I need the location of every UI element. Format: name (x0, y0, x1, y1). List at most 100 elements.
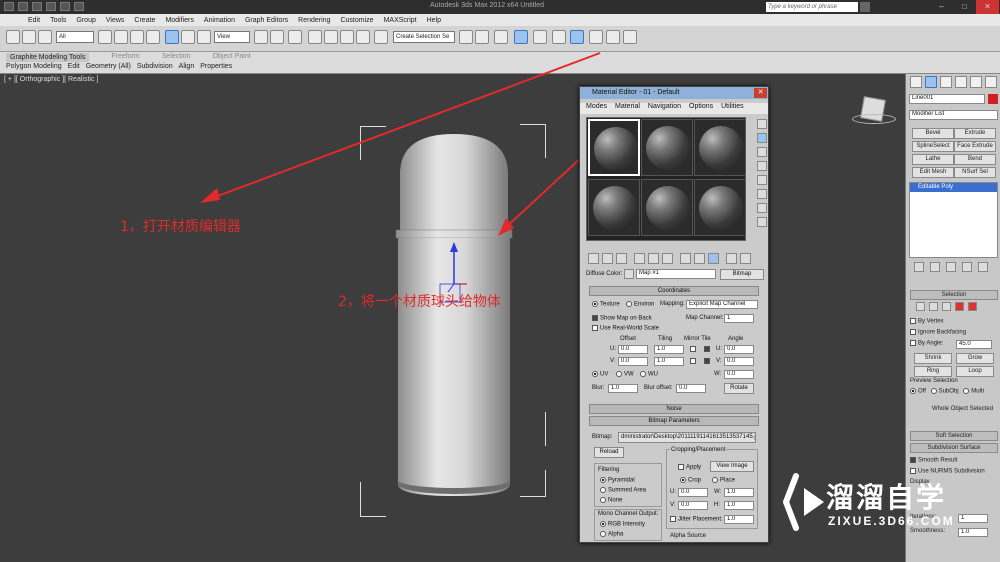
menu-views[interactable]: Views (106, 17, 125, 24)
ribbon-tab-freeform[interactable]: Freeform (111, 53, 139, 62)
selection-region-icon[interactable] (130, 30, 144, 44)
polygon-mode-icon[interactable] (955, 302, 964, 311)
vw-radio[interactable] (616, 371, 622, 377)
sample-uv-tiling-icon[interactable] (757, 161, 767, 171)
go-to-parent-icon[interactable] (726, 253, 737, 264)
me-menu-modes[interactable]: Modes (586, 103, 607, 114)
help-search-input[interactable]: Type a keyword or phrase (766, 2, 858, 12)
mirror-icon[interactable] (459, 30, 473, 44)
real-world-scale-checkbox[interactable] (592, 325, 598, 331)
select-rotate-icon[interactable] (181, 30, 195, 44)
select-move-icon[interactable] (165, 30, 179, 44)
preview-off-radio[interactable] (910, 388, 916, 394)
preview-subobj-radio[interactable] (930, 388, 937, 394)
me-menu-material[interactable]: Material (615, 103, 640, 114)
make-unique-icon[interactable] (946, 262, 956, 272)
menu-graph-editors[interactable]: Graph Editors (245, 17, 288, 24)
reference-coordinate-dropdown[interactable]: View (214, 31, 250, 43)
menu-maxscript[interactable]: MAXScript (384, 17, 417, 24)
by-angle-field[interactable]: 45.0 (956, 340, 992, 349)
map-name-field[interactable]: Map #1 (636, 269, 716, 279)
crop-w-field[interactable]: 1.0 (724, 488, 754, 497)
preview-multi-radio[interactable] (963, 388, 970, 394)
viewcube-ring[interactable] (852, 114, 896, 124)
maximize-button[interactable]: □ (953, 0, 976, 14)
menu-create[interactable]: Create (134, 17, 155, 24)
select-manipulate-icon[interactable] (270, 30, 284, 44)
subdivision-surface-rollout-header[interactable]: Subdivision Surface (910, 443, 998, 453)
by-vertex-checkbox[interactable] (910, 318, 916, 324)
menu-rendering[interactable]: Rendering (298, 17, 330, 24)
ribbon-tab-object-paint[interactable]: Object Paint (213, 53, 251, 62)
bitmap-path-button[interactable]: dministrator\Desktop\2011119114161351353… (618, 432, 756, 443)
schematic-view-icon[interactable] (552, 30, 566, 44)
ribbon-tab-graphite[interactable]: Graphite Modeling Tools (6, 53, 90, 62)
jitter-field[interactable]: 1.0 (724, 515, 754, 524)
quick-access-toolbar[interactable] (4, 2, 84, 11)
show-shaded-map-icon[interactable] (694, 253, 705, 264)
v-offset-field[interactable]: 0.0 (618, 357, 648, 366)
percent-snap-icon[interactable] (340, 30, 354, 44)
texture-radio[interactable] (592, 301, 598, 307)
loop-button[interactable]: Loop (956, 366, 994, 377)
menu-modifiers[interactable]: Modifiers (165, 17, 193, 24)
close-button[interactable]: ✕ (976, 0, 999, 14)
make-unique-material-icon[interactable] (648, 253, 659, 264)
get-material-icon[interactable] (588, 253, 599, 264)
crop-v-field[interactable]: 0.0 (678, 501, 708, 510)
menu-edit[interactable]: Edit (28, 17, 40, 24)
select-object-icon[interactable] (98, 30, 112, 44)
ring-button[interactable]: Ring (914, 366, 952, 377)
object-name-field[interactable]: Line001 (909, 94, 985, 104)
reset-map-icon[interactable] (634, 253, 645, 264)
material-id-channel-icon[interactable] (680, 253, 691, 264)
map-channel-field[interactable]: 1 (724, 314, 754, 323)
shrink-button[interactable]: Shrink (914, 353, 952, 364)
map-type-button[interactable]: Bitmap (720, 269, 764, 280)
sample-slot-1[interactable] (588, 119, 640, 176)
coordinates-rollout-header[interactable]: Coordinates (589, 286, 759, 296)
bend-button[interactable]: Bend (954, 154, 996, 165)
modify-tab-icon[interactable] (925, 76, 937, 88)
nsurf-sel-button[interactable]: NSurf Sel (954, 167, 996, 178)
selection-rollout-header[interactable]: Selection (910, 290, 998, 300)
spinner-snap-icon[interactable] (356, 30, 370, 44)
motion-tab-icon[interactable] (955, 76, 967, 88)
go-forward-to-sibling-icon[interactable] (740, 253, 751, 264)
mapping-dropdown[interactable]: Explicit Map Channel (686, 300, 758, 309)
remove-modifier-icon[interactable] (962, 262, 972, 272)
v-tiling-field[interactable]: 1.0 (654, 357, 684, 366)
reload-button[interactable]: Reload (594, 447, 624, 458)
menu-tools[interactable]: Tools (50, 17, 66, 24)
ribbon-polygon-modeling[interactable]: Polygon Modeling (6, 63, 62, 70)
material-editor-icon[interactable] (570, 30, 584, 44)
border-mode-icon[interactable] (942, 302, 951, 311)
ignore-backfacing-checkbox[interactable] (910, 329, 916, 335)
soft-selection-rollout-header[interactable]: Soft Selection (910, 431, 998, 441)
window-crossing-icon[interactable] (146, 30, 160, 44)
ribbon-tab-selection[interactable]: Selection (162, 53, 191, 62)
sample-slot-2[interactable] (641, 119, 693, 176)
open-file-icon[interactable] (32, 2, 42, 11)
element-mode-icon[interactable] (968, 302, 977, 311)
stack-item-editable-poly[interactable]: Editable Poly (910, 183, 997, 192)
me-menu-options[interactable]: Options (689, 103, 713, 114)
u-mirror-checkbox[interactable] (690, 346, 696, 352)
minimize-button[interactable]: ‒ (930, 0, 953, 14)
angle-snap-icon[interactable] (324, 30, 338, 44)
object-color-swatch[interactable] (988, 94, 998, 104)
modifier-stack[interactable]: Editable Poly (909, 182, 998, 258)
ribbon-align[interactable]: Align (179, 63, 195, 70)
ribbon-geometry-all[interactable]: Geometry (All) (86, 63, 131, 70)
layer-manager-icon[interactable] (494, 30, 508, 44)
new-file-icon[interactable] (18, 2, 28, 11)
sample-type-icon[interactable] (757, 119, 767, 129)
crop-h-field[interactable]: 1.0 (724, 501, 754, 510)
pin-stack-icon[interactable] (914, 262, 924, 272)
u-tiling-field[interactable]: 1.0 (654, 345, 684, 354)
ribbon-properties[interactable]: Properties (200, 63, 232, 70)
splineselect-button[interactable]: SplineSelect (912, 141, 954, 152)
edge-mode-icon[interactable] (929, 302, 938, 311)
backlight-icon[interactable] (757, 133, 767, 143)
w-angle-field[interactable]: 0.0 (724, 370, 754, 379)
